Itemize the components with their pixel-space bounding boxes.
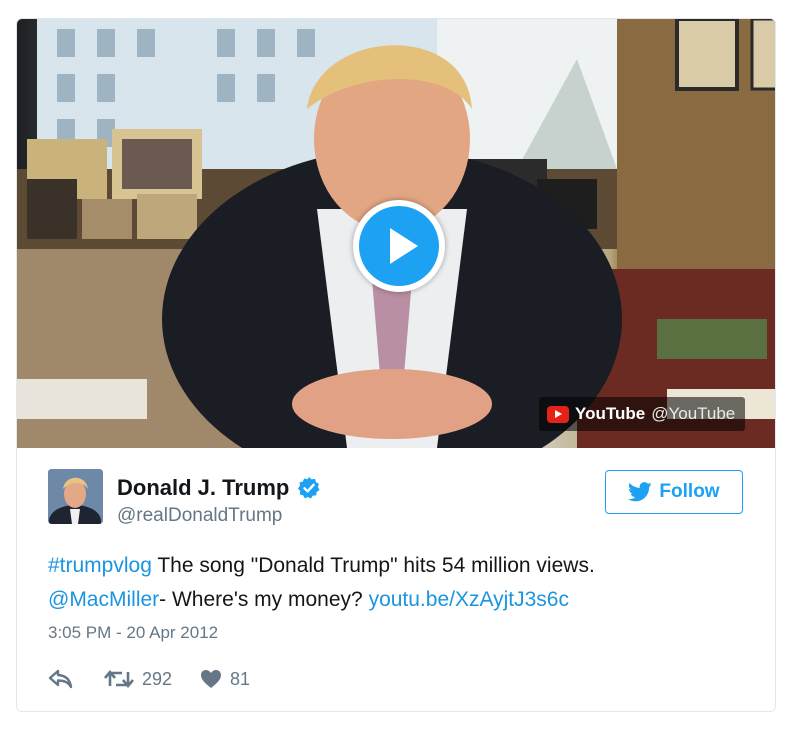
play-icon <box>359 206 439 286</box>
youtube-attribution-badge[interactable]: YouTube @YouTube <box>539 397 746 431</box>
avatar[interactable] <box>48 469 103 524</box>
follow-button-label: Follow <box>659 481 720 502</box>
like-count: 81 <box>230 668 251 689</box>
avatar-image <box>48 469 103 524</box>
retweet-count: 292 <box>142 668 173 689</box>
mention-link[interactable]: @MacMiller <box>48 588 159 611</box>
hashtag-link[interactable]: #trumpvlog <box>48 554 152 577</box>
retweet-button[interactable]: 292 <box>104 668 172 690</box>
tweet-text-part-2: - Where's my money? <box>159 588 369 611</box>
tweet-text: #trumpvlog The song "Donald Trump" hits … <box>48 549 748 617</box>
youtube-handle-label: @YouTube <box>651 404 736 423</box>
tweet-text-part-1: The song "Donald Trump" hits 54 million … <box>151 554 595 577</box>
retweet-icon <box>104 669 134 689</box>
follow-button[interactable]: Follow <box>605 470 743 514</box>
tweet-card: YouTube @YouTube Donald J. Trump @realDo… <box>16 18 776 712</box>
user-name-label: Donald J. Trump <box>117 475 290 500</box>
play-button[interactable] <box>353 200 445 292</box>
reply-button[interactable] <box>48 669 74 689</box>
tweet-actions: 292 81 <box>48 664 250 694</box>
twitter-bird-icon <box>628 482 653 502</box>
youtube-logo-icon <box>547 405 569 423</box>
reply-icon <box>48 669 73 689</box>
tweet-timestamp[interactable]: 3:05 PM - 20 Apr 2012 <box>48 623 218 643</box>
user-screen-name[interactable]: @realDonaldTrump <box>117 505 282 527</box>
video-thumbnail[interactable]: YouTube @YouTube <box>17 19 775 448</box>
youtube-brand-label: YouTube <box>575 404 646 423</box>
heart-icon <box>201 670 222 688</box>
url-link[interactable]: youtu.be/XzAyjtJ3s6c <box>369 588 569 611</box>
verified-badge-icon <box>297 476 321 500</box>
like-button[interactable]: 81 <box>200 669 250 690</box>
user-display-name[interactable]: Donald J. Trump <box>117 475 321 501</box>
